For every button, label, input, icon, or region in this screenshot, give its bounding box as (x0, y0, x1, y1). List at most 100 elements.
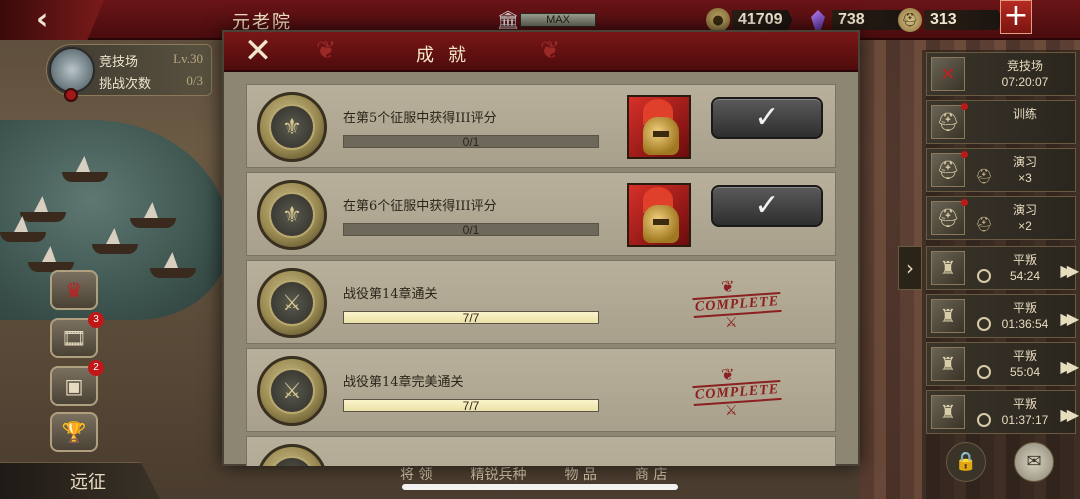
senate-level: 🏛 MAX (496, 9, 596, 31)
trophy-icon: 🏆 (61, 420, 87, 444)
reward-helmet-icon[interactable] (627, 95, 691, 159)
claim-button[interactable]: ✓ (711, 185, 823, 227)
sidebar-item-rebellion[interactable]: ♜ 平叛 55:04 ▶▶ (926, 342, 1079, 386)
helmet-icon: ⛑ (975, 217, 993, 233)
fast-forward-icon[interactable]: ▶▶ (1060, 357, 1078, 376)
achievement-medal-icon: ⚜ (257, 180, 327, 250)
coins-value: 41709 (732, 10, 793, 30)
reward-helmet-icon[interactable] (627, 183, 691, 247)
eagle-swords-icon: ⚔ (269, 368, 315, 414)
arena-label: 竞技场 (99, 55, 139, 70)
achievements-dialog: ✕ ❦ 成就 ❦ ⚜ 在第5个征服中获得III评分 0/1 ✓ ⚜ 在第6个征服… (222, 30, 860, 466)
sidebar-item-label: 竞技场 (1006, 59, 1043, 73)
crossed-swords-icon: ⚔ (269, 280, 315, 326)
progress-text: 7/7 (462, 311, 480, 325)
achievement-title: 战役第14章通关 (343, 287, 438, 302)
achievement-row: ⚜ 在第6个征服中获得III评分 0/1 ✓ (246, 172, 836, 256)
ship (62, 172, 108, 182)
ship (150, 268, 196, 278)
clock-icon (977, 269, 991, 283)
scroll-button[interactable]: ✉ (1014, 442, 1054, 482)
chevron-right-icon: › (906, 256, 914, 280)
gems-counter: 738 (806, 9, 908, 31)
complete-stamp: ❦ COMPLETE ⚔ (691, 277, 787, 333)
home-indicator[interactable] (402, 484, 678, 490)
sidebar-item-label: 平叛 (1012, 301, 1037, 315)
helmet-icon: ⛑ (898, 8, 922, 32)
crossed-swords-icon: ⚔ (725, 315, 738, 331)
sidebar-item-count: ×3 (1018, 171, 1032, 185)
sidebar-item-rebellion[interactable]: ♜ 平叛 54:24 ▶▶ (926, 246, 1079, 290)
tab-items[interactable]: 物 品 (564, 464, 596, 484)
tab-elite-units[interactable]: 精锐兵种 (470, 464, 526, 484)
challenge-label: 挑战次数 (99, 77, 152, 92)
progress-bar: 7/7 (343, 311, 599, 325)
sidebar-item-label: 平叛 (1012, 253, 1037, 267)
sidebar-item-drill[interactable]: ⛑ ⛑ 演习 ×2 (926, 196, 1076, 240)
dialog-header: ✕ ❦ 成就 ❦ (224, 32, 858, 72)
ship (92, 244, 138, 254)
warrior-icon: ♜ (931, 299, 965, 333)
laurel-icon: ❦ (721, 277, 735, 296)
sidebar-item-timer: 01:37:17 (1001, 413, 1049, 427)
add-resource-button[interactable]: + (1000, 0, 1032, 34)
tab-shop[interactable]: 商 店 (635, 464, 667, 484)
warrior-icon: ♜ (931, 347, 965, 381)
sidebar-item-rebellion[interactable]: ♜ 平叛 01:36:54 ▶▶ (926, 294, 1079, 338)
notification-dot (961, 151, 968, 158)
sidebar-item-rebellion[interactable]: ♜ 平叛 01:37:17 ▶▶ (926, 390, 1079, 434)
trophy-button[interactable]: 🏆 (50, 412, 98, 452)
claim-button[interactable]: ✓ (711, 97, 823, 139)
gem-icon (806, 8, 830, 32)
achievement-title: 战役第14章完美通关 (343, 375, 464, 390)
achievement-row: ⚜ 在第5个征服中获得III评分 0/1 ✓ (246, 84, 836, 168)
warrior-icon: ♜ (931, 395, 965, 429)
temple-icon: 🏛 (496, 9, 520, 31)
progress-bar: 0/1 (343, 223, 599, 237)
achievement-medal-icon: ⚔ (257, 268, 327, 338)
arena-level: Lv.30 (173, 51, 203, 66)
achievement-medal-icon: ⚜ (257, 444, 327, 466)
fast-forward-icon[interactable]: ▶▶ (1060, 309, 1078, 328)
sidebar-item-count: ×2 (1018, 219, 1032, 233)
chest-icon: ▣ (64, 374, 84, 398)
helmets-value: 313 (924, 10, 1004, 30)
laurel-icon: ❦ (721, 365, 735, 384)
helmet-icon: ⛑ (931, 153, 965, 187)
fast-forward-icon[interactable]: ▶▶ (1060, 405, 1078, 424)
fast-forward-icon[interactable]: ▶▶ (1060, 261, 1078, 280)
notification-dot (961, 199, 968, 206)
back-button[interactable]: ‹ (0, 0, 104, 40)
max-level-bar: MAX (520, 13, 596, 27)
arena-emblem-icon (49, 47, 95, 93)
expand-sidebar-button[interactable]: › (898, 246, 922, 290)
achievement-title: 在第6个征服中获得III评分 (343, 199, 497, 214)
achievement-list: ⚜ 在第5个征服中获得III评分 0/1 ✓ ⚜ 在第6个征服中获得III评分 … (246, 84, 838, 466)
close-icon: ✕ (243, 31, 273, 71)
crown-icon: ♛ (65, 278, 83, 302)
crown-button[interactable]: ♛ (50, 270, 98, 310)
crossed-swords-icon: ⚔ (725, 403, 738, 419)
sidebar-item-drill[interactable]: ⛑ ⛑ 演习 ×3 (926, 148, 1076, 192)
progress-bar: 0/1 (343, 135, 599, 149)
clock-icon (977, 317, 991, 331)
lock-button[interactable]: 🔒 (946, 442, 986, 482)
tab-generals[interactable]: 将 领 (400, 464, 432, 484)
sidebar-item-arena[interactable]: ✕ 竞技场 07:20:07 (926, 52, 1076, 96)
achievement-medal-icon: ⚜ (257, 92, 327, 162)
achievement-row: ⚔ 战役第14章通关 7/7 ❦ COMPLETE ⚔ (246, 260, 836, 344)
sidebar-item-training[interactable]: ⛑ 训练 (926, 100, 1076, 144)
sidebar-item-timer: 55:04 (1009, 365, 1041, 379)
scroll-icon: ✉ (1026, 451, 1042, 472)
progress-text: 0/1 (462, 135, 480, 149)
expedition-button[interactable]: 远征 (0, 462, 160, 499)
film-icon: 🎞 (61, 326, 87, 350)
close-button[interactable]: ✕ (230, 34, 286, 70)
sidebar-item-label: 训练 (1012, 107, 1037, 121)
achievement-row: ⚔ 战役第14章完美通关 7/7 ❦ COMPLETE ⚔ (246, 348, 836, 432)
sidebar-item-timer: 01:36:54 (1001, 317, 1049, 331)
check-icon: ✓ (754, 100, 780, 135)
challenge-count: 0/3 (186, 73, 203, 88)
progress-bar: 7/7 (343, 399, 599, 413)
clock-icon (977, 365, 991, 379)
